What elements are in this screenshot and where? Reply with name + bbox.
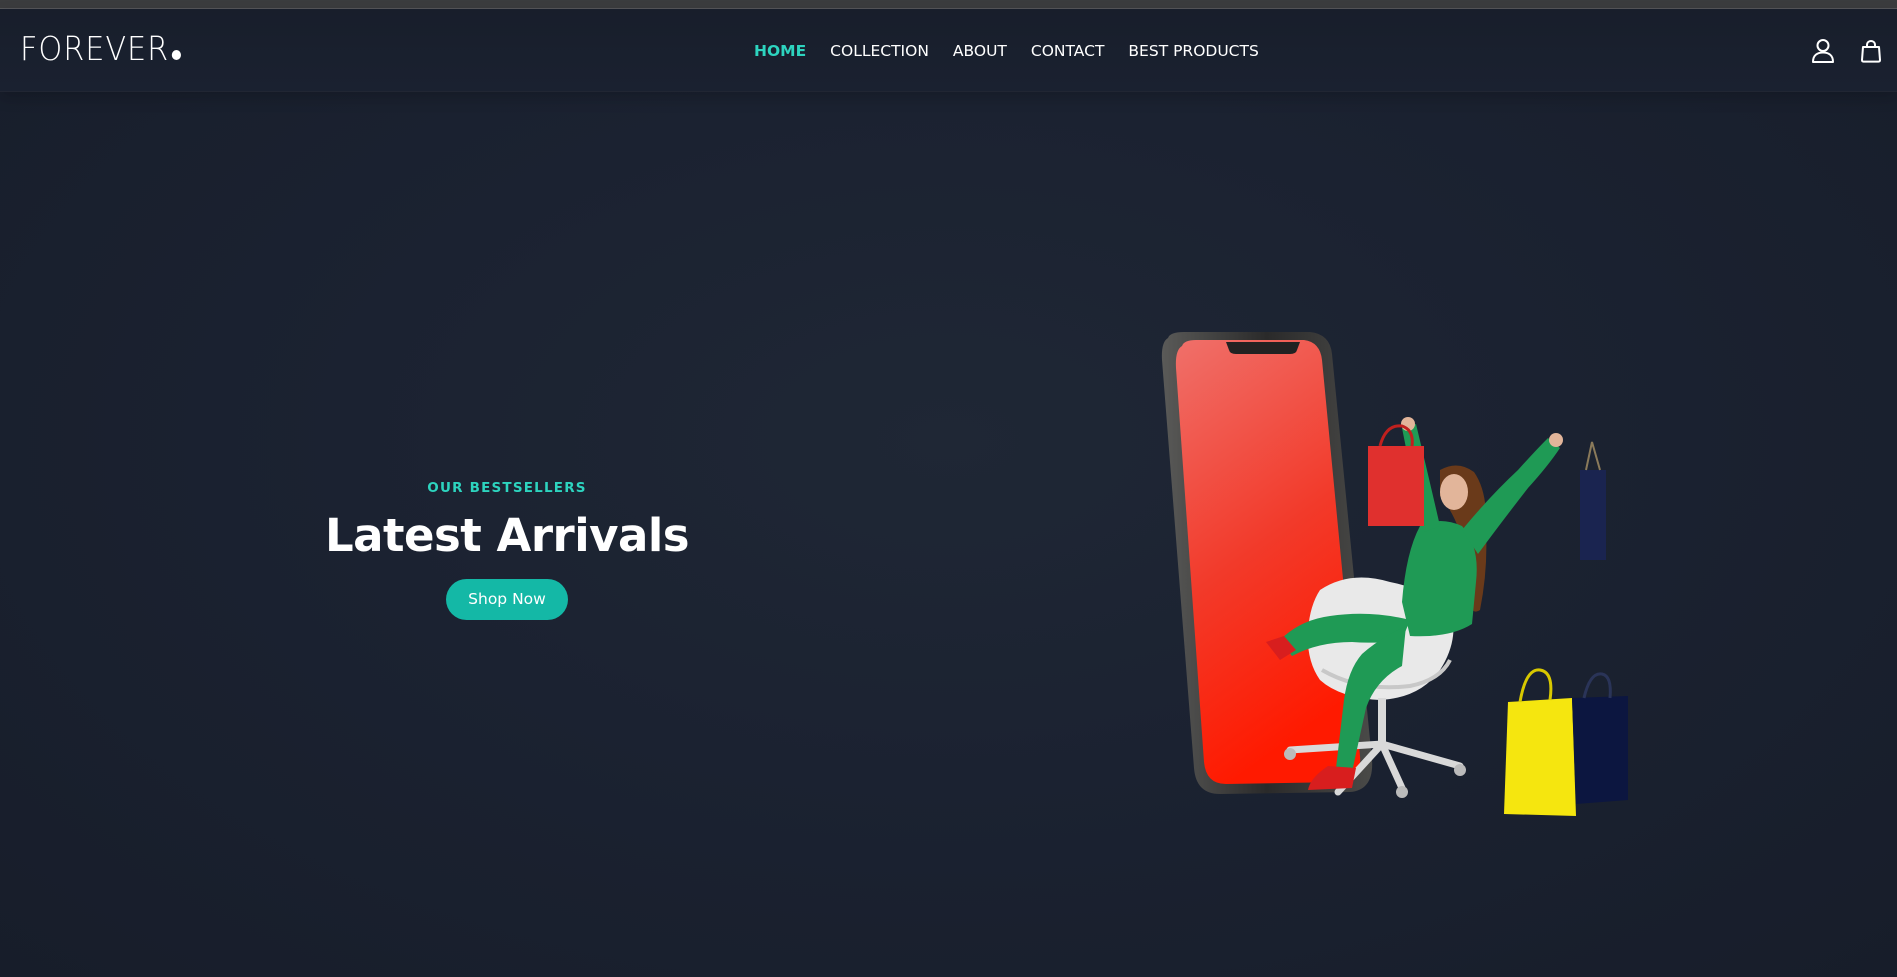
hero-title: Latest Arrivals: [324, 509, 690, 562]
hero-image: [1140, 320, 1660, 830]
logo-text: FOREVER: [20, 28, 170, 68]
nav-icons: [1809, 35, 1885, 67]
logo-dot: [171, 50, 182, 60]
navbar: FOREVER HOME COLLECTION ABOUT CONTACT BE…: [0, 9, 1897, 92]
user-icon[interactable]: [1809, 37, 1837, 65]
nav-item-collection[interactable]: COLLECTION: [830, 42, 929, 60]
nav-item-contact[interactable]: CONTACT: [1031, 42, 1105, 60]
hero-eyebrow: OUR BESTSELLERS: [427, 480, 587, 496]
logo[interactable]: FOREVER: [20, 28, 182, 68]
nav-item-about[interactable]: ABOUT: [953, 42, 1007, 60]
nav-item-home[interactable]: HOME: [754, 42, 806, 60]
browser-top-strip: [0, 0, 1897, 9]
shopping-bag-icon[interactable]: [1857, 37, 1885, 65]
page: FOREVER HOME COLLECTION ABOUT CONTACT BE…: [0, 0, 1897, 977]
shop-now-button[interactable]: Shop Now: [446, 578, 568, 620]
nav-menu: HOME COLLECTION ABOUT CONTACT BEST PRODU…: [754, 39, 1283, 63]
phone-illustration: [1161, 332, 1373, 794]
hero-section: OUR BESTSELLERS Latest Arrivals Shop Now: [307, 480, 707, 620]
nav-item-best-products[interactable]: BEST PRODUCTS: [1128, 42, 1258, 60]
